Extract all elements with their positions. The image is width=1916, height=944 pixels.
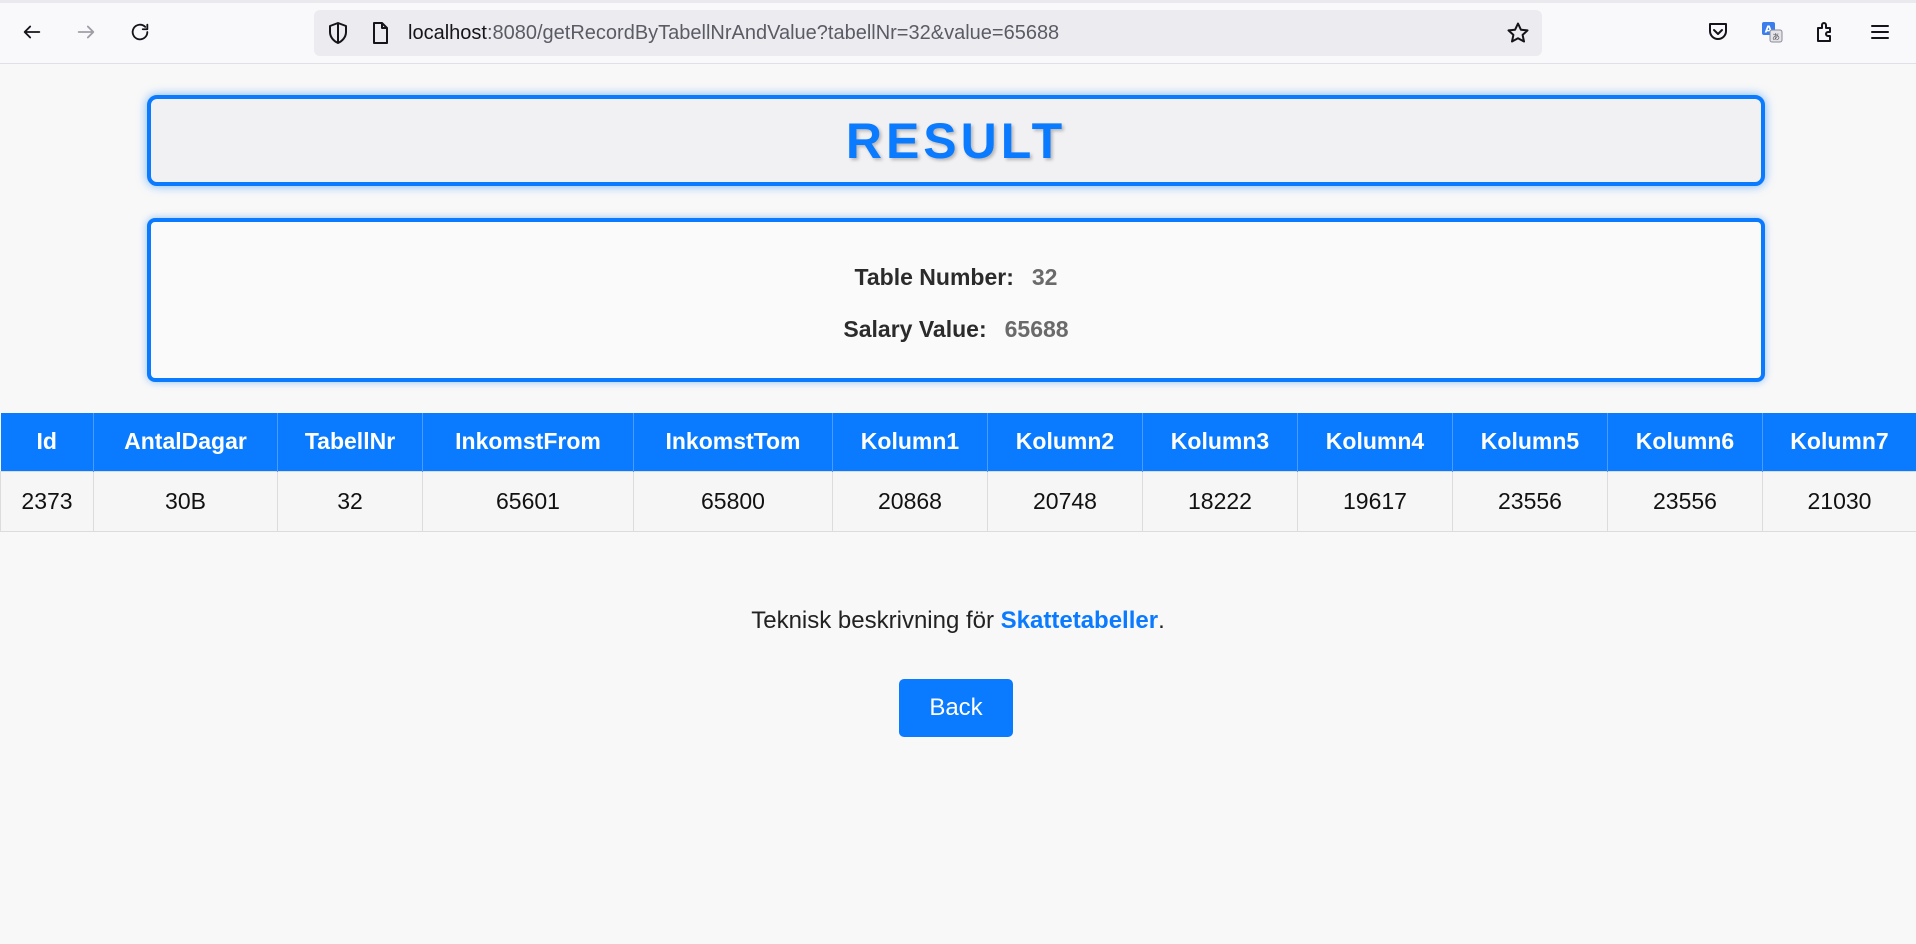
table-cell: 20748 <box>987 470 1143 532</box>
skattetabeller-link[interactable]: Skattetabeller <box>1001 607 1158 634</box>
browser-toolbar: localhost:8080/getRecordByTabellNrAndVal… <box>0 0 1916 64</box>
salary-value-label: Salary Value: <box>843 316 987 342</box>
column-header: InkomstTom <box>633 413 833 471</box>
column-header: Kolumn6 <box>1607 413 1763 471</box>
url-path: :8080/getRecordByTabellNrAndValue?tabell… <box>486 22 1060 44</box>
table-cell: 30B <box>93 470 278 532</box>
column-header: Kolumn1 <box>832 413 988 471</box>
record-table: Id AntalDagar TabellNr InkomstFrom Inkom… <box>0 413 1916 532</box>
table-cell: 23556 <box>1452 470 1608 532</box>
shield-icon[interactable] <box>326 21 350 45</box>
column-header: Kolumn4 <box>1297 413 1453 471</box>
address-bar[interactable]: localhost:8080/getRecordByTabellNrAndVal… <box>314 10 1542 56</box>
table-cell: 2373 <box>0 470 94 532</box>
table-cell: 18222 <box>1142 470 1298 532</box>
page-icon[interactable] <box>368 21 392 45</box>
forward-arrow-icon[interactable] <box>70 16 102 48</box>
description-text: Teknisk beskrivning för Skattetabeller. <box>0 607 1916 635</box>
table-cell: 65601 <box>422 470 634 532</box>
table-cell: 19617 <box>1297 470 1453 532</box>
tab-strip-edge <box>0 0 1916 3</box>
table-number-value: 32 <box>1031 264 1058 290</box>
column-header: Id <box>0 413 94 471</box>
column-header: TabellNr <box>277 413 423 471</box>
back-arrow-icon[interactable] <box>16 16 48 48</box>
table-cell: 32 <box>277 470 423 532</box>
table-row: 2373 30B 32 65601 65800 20868 20748 1822… <box>0 470 1916 532</box>
result-header: RESULT <box>147 95 1765 186</box>
star-icon[interactable] <box>1506 21 1530 45</box>
salary-value-row: Salary Value: 65688 <box>151 316 1761 343</box>
description-prefix: Teknisk beskrivning för <box>751 607 1001 634</box>
column-header: Kolumn5 <box>1452 413 1608 471</box>
query-info-panel: Table Number: 32 Salary Value: 65688 <box>147 218 1765 382</box>
column-header: Kolumn3 <box>1142 413 1298 471</box>
column-header: InkomstFrom <box>422 413 634 471</box>
menu-icon[interactable] <box>1866 18 1894 46</box>
extensions-icon[interactable] <box>1812 18 1840 46</box>
table-cell: 65800 <box>633 470 833 532</box>
table-header-row: Id AntalDagar TabellNr InkomstFrom Inkom… <box>0 413 1916 471</box>
pocket-icon[interactable] <box>1704 18 1732 46</box>
table-cell: 20868 <box>832 470 988 532</box>
column-header: Kolumn2 <box>987 413 1143 471</box>
table-number-label: Table Number: <box>854 264 1014 290</box>
svg-text:あ: あ <box>1772 33 1780 42</box>
table-number-row: Table Number: 32 <box>151 264 1761 291</box>
url-text[interactable]: localhost:8080/getRecordByTabellNrAndVal… <box>408 22 1059 44</box>
description-suffix: . <box>1158 607 1165 634</box>
translate-icon[interactable]: Aあ <box>1758 18 1786 46</box>
column-header: Kolumn7 <box>1762 413 1916 471</box>
column-header: AntalDagar <box>93 413 278 471</box>
salary-value: 65688 <box>1004 316 1069 342</box>
table-cell: 21030 <box>1762 470 1916 532</box>
table-cell: 23556 <box>1607 470 1763 532</box>
back-button[interactable]: Back <box>899 679 1013 737</box>
url-host: localhost <box>408 22 487 44</box>
reload-icon[interactable] <box>124 16 156 48</box>
page-title: RESULT <box>845 112 1067 169</box>
